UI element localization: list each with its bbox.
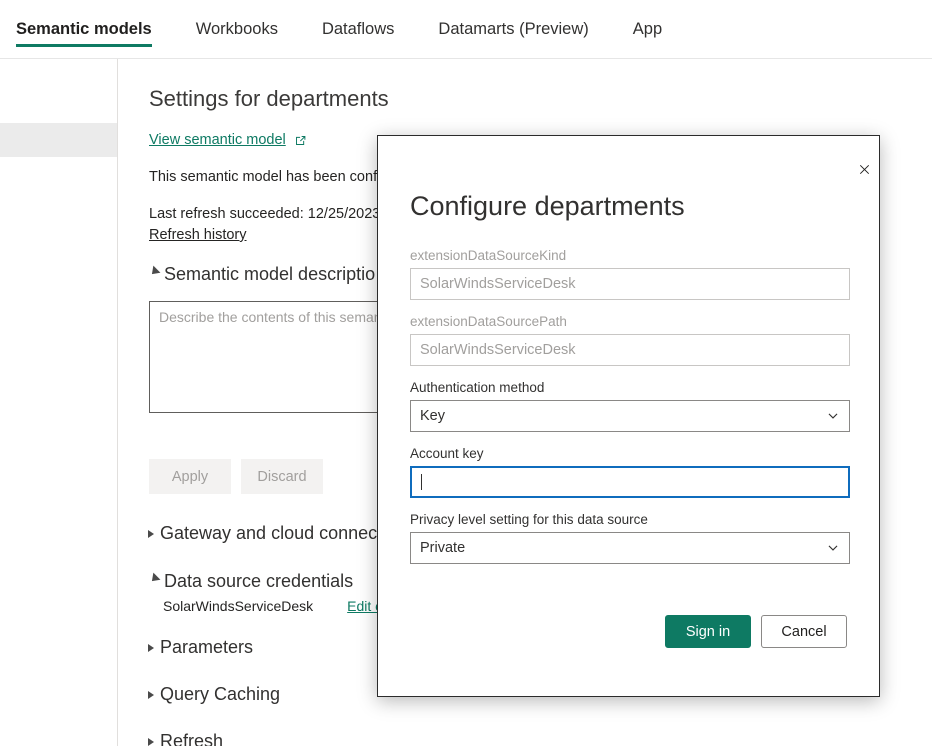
tab-label: Semantic models bbox=[16, 20, 152, 39]
configure-dialog: Configure departments extensionDataSourc… bbox=[377, 135, 880, 697]
chevron-collapsed-icon bbox=[148, 738, 154, 746]
discard-button[interactable]: Discard bbox=[241, 459, 323, 494]
field-value: SolarWindsServiceDesk bbox=[420, 276, 576, 292]
field-label: Account key bbox=[410, 446, 850, 461]
view-semantic-model-link[interactable]: View semantic model bbox=[149, 132, 307, 148]
tab-semantic-models[interactable]: Semantic models bbox=[16, 0, 174, 59]
section-gateway-and-cloud-connections[interactable]: Gateway and cloud connec bbox=[148, 523, 377, 544]
tab-label: Dataflows bbox=[322, 20, 394, 39]
field-label: Privacy level setting for this data sour… bbox=[410, 512, 850, 527]
left-rail bbox=[0, 59, 118, 746]
credential-row: SolarWindsServiceDesk Edit c bbox=[163, 598, 382, 614]
chevron-collapsed-icon bbox=[148, 644, 154, 652]
selected-value: Private bbox=[420, 540, 465, 556]
chevron-down-icon bbox=[827, 542, 839, 554]
chevron-expanded-icon bbox=[146, 573, 161, 588]
tab-app[interactable]: App bbox=[611, 0, 684, 59]
section-title: Query Caching bbox=[160, 684, 280, 705]
field-label: Authentication method bbox=[410, 380, 850, 395]
description-action-row: Apply Discard bbox=[149, 459, 323, 494]
section-title: Refresh bbox=[160, 731, 223, 746]
refresh-history-link[interactable]: Refresh history bbox=[149, 227, 247, 243]
external-link-icon bbox=[294, 134, 307, 147]
tab-label: Datamarts (Preview) bbox=[438, 20, 588, 39]
section-semantic-model-description[interactable]: Semantic model descriptio bbox=[148, 264, 375, 285]
app-root: Semantic models Workbooks Dataflows Data… bbox=[0, 0, 932, 746]
chevron-down-icon bbox=[827, 410, 839, 422]
chevron-collapsed-icon bbox=[148, 691, 154, 699]
dialog-title: Configure departments bbox=[410, 191, 685, 222]
chevron-collapsed-icon bbox=[148, 530, 154, 538]
field-privacy-level: Privacy level setting for this data sour… bbox=[410, 512, 850, 564]
tab-dataflows[interactable]: Dataflows bbox=[300, 0, 416, 59]
field-label: extensionDataSourcePath bbox=[410, 314, 850, 329]
account-key-input[interactable] bbox=[410, 466, 850, 498]
dialog-action-row: Sign in Cancel bbox=[665, 615, 847, 648]
section-data-source-credentials[interactable]: Data source credentials bbox=[148, 571, 353, 592]
configured-text: This semantic model has been confi bbox=[149, 169, 380, 185]
field-extension-data-source-path: extensionDataSourcePath SolarWindsServic… bbox=[410, 314, 850, 366]
privacy-level-select[interactable]: Private bbox=[410, 532, 850, 564]
rail-selected-row[interactable] bbox=[0, 123, 117, 157]
extension-data-source-path-input[interactable]: SolarWindsServiceDesk bbox=[410, 334, 850, 366]
section-parameters[interactable]: Parameters bbox=[148, 637, 253, 658]
credential-source-name: SolarWindsServiceDesk bbox=[163, 598, 313, 614]
dialog-form: extensionDataSourceKind SolarWindsServic… bbox=[410, 248, 850, 578]
chevron-expanded-icon bbox=[146, 266, 161, 281]
tab-label: App bbox=[633, 20, 662, 39]
section-title: Semantic model descriptio bbox=[164, 264, 375, 285]
field-label: extensionDataSourceKind bbox=[410, 248, 850, 263]
view-semantic-model-label: View semantic model bbox=[149, 132, 286, 148]
tab-list: Semantic models Workbooks Dataflows Data… bbox=[16, 0, 684, 59]
field-value: SolarWindsServiceDesk bbox=[420, 342, 576, 358]
apply-button[interactable]: Apply bbox=[149, 459, 231, 494]
tab-workbooks[interactable]: Workbooks bbox=[174, 0, 300, 59]
extension-data-source-kind-input[interactable]: SolarWindsServiceDesk bbox=[410, 268, 850, 300]
section-title: Parameters bbox=[160, 637, 253, 658]
sign-in-button[interactable]: Sign in bbox=[665, 615, 751, 648]
section-refresh[interactable]: Refresh bbox=[148, 731, 223, 746]
field-extension-data-source-kind: extensionDataSourceKind SolarWindsServic… bbox=[410, 248, 850, 300]
top-tab-bar: Semantic models Workbooks Dataflows Data… bbox=[0, 0, 932, 59]
selected-value: Key bbox=[420, 408, 445, 424]
cancel-button[interactable]: Cancel bbox=[761, 615, 847, 648]
page-title: Settings for departments bbox=[149, 86, 389, 112]
field-authentication-method: Authentication method Key bbox=[410, 380, 850, 432]
section-title: Data source credentials bbox=[164, 571, 353, 592]
tab-datamarts-preview[interactable]: Datamarts (Preview) bbox=[416, 0, 610, 59]
authentication-method-select[interactable]: Key bbox=[410, 400, 850, 432]
section-query-caching[interactable]: Query Caching bbox=[148, 684, 280, 705]
tab-label: Workbooks bbox=[196, 20, 278, 39]
section-title: Gateway and cloud connec bbox=[160, 523, 377, 544]
last-refresh-text: Last refresh succeeded: 12/25/2023, bbox=[149, 206, 384, 222]
text-caret bbox=[421, 474, 422, 490]
description-placeholder: Describe the contents of this semantic bbox=[159, 309, 396, 325]
field-account-key: Account key bbox=[410, 446, 850, 498]
close-icon[interactable] bbox=[857, 155, 885, 183]
